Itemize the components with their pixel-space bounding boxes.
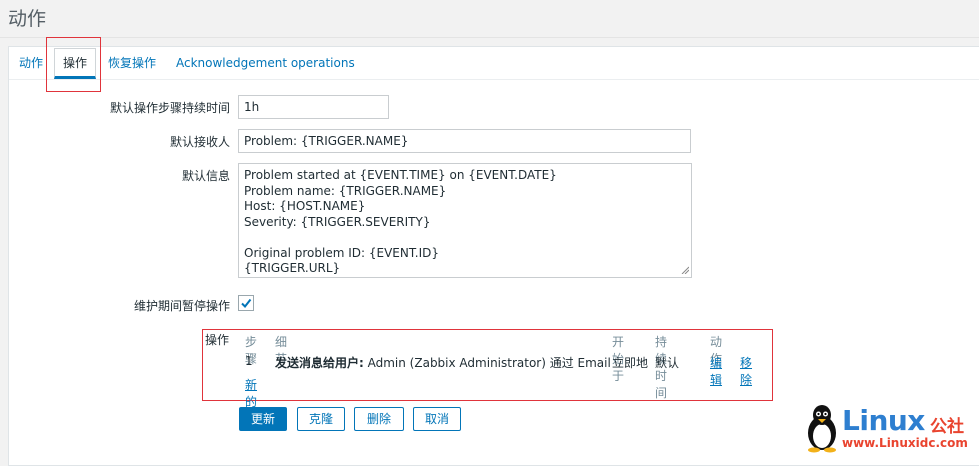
title-divider [0, 37, 979, 38]
row-detail-text: Admin (Zabbix Administrator) 通过 Email [363, 356, 611, 370]
operations-label: 操作 [205, 333, 230, 347]
page-title: 动作 [8, 8, 47, 30]
penguin-icon [808, 405, 836, 453]
clone-button[interactable]: 克隆 [297, 407, 345, 431]
row-step: 1 [245, 354, 253, 368]
tab-highlight-box [46, 37, 101, 92]
update-button[interactable]: 更新 [239, 407, 287, 431]
tab-recovery-operations[interactable]: 恢复操作 [108, 47, 156, 80]
edit-operation-link[interactable]: 编辑 [710, 354, 722, 388]
row-detail-type: 发送消息给用户: [275, 356, 364, 370]
new-operation-link[interactable]: 新的 [245, 376, 257, 410]
tab-action[interactable]: 动作 [19, 47, 43, 80]
row-start: 立即地 [612, 356, 649, 370]
watermark-brand: Linux [842, 404, 925, 437]
pause-maintenance-label: 维护期间暂停操作 [133, 299, 230, 313]
checkmark-icon [241, 298, 252, 309]
tab-acknowledgement-operations[interactable]: Acknowledgement operations [176, 47, 355, 80]
default-message-textarea[interactable]: Problem started at {EVENT.TIME} on {EVEN… [238, 163, 692, 278]
step-duration-label: 默认操作步骤持续时间 [109, 101, 230, 115]
remove-operation-link[interactable]: 移除 [740, 354, 752, 388]
resize-grip-icon[interactable] [681, 266, 689, 274]
default-subject-label: 默认接收人 [169, 135, 230, 149]
watermark-logo: Linux 公社 www.Linuxidc.com [800, 402, 979, 453]
delete-button[interactable]: 删除 [354, 407, 404, 431]
cancel-button[interactable]: 取消 [413, 407, 461, 431]
default-message-label: 默认信息 [181, 169, 230, 183]
pause-maintenance-checkbox[interactable] [238, 295, 254, 311]
row-detail: 发送消息给用户: Admin (Zabbix Administrator) 通过… [275, 354, 611, 371]
watermark-url: www.Linuxidc.com [842, 436, 968, 450]
default-subject-input[interactable]: Problem: {TRIGGER.NAME} [238, 129, 691, 153]
step-duration-input[interactable]: 1h [238, 95, 389, 119]
watermark-brand-cn: 公社 [930, 417, 964, 437]
tab-bar: 动作 操作 恢复操作 Acknowledgement operations [9, 47, 979, 80]
row-duration: 默认 [655, 356, 680, 370]
